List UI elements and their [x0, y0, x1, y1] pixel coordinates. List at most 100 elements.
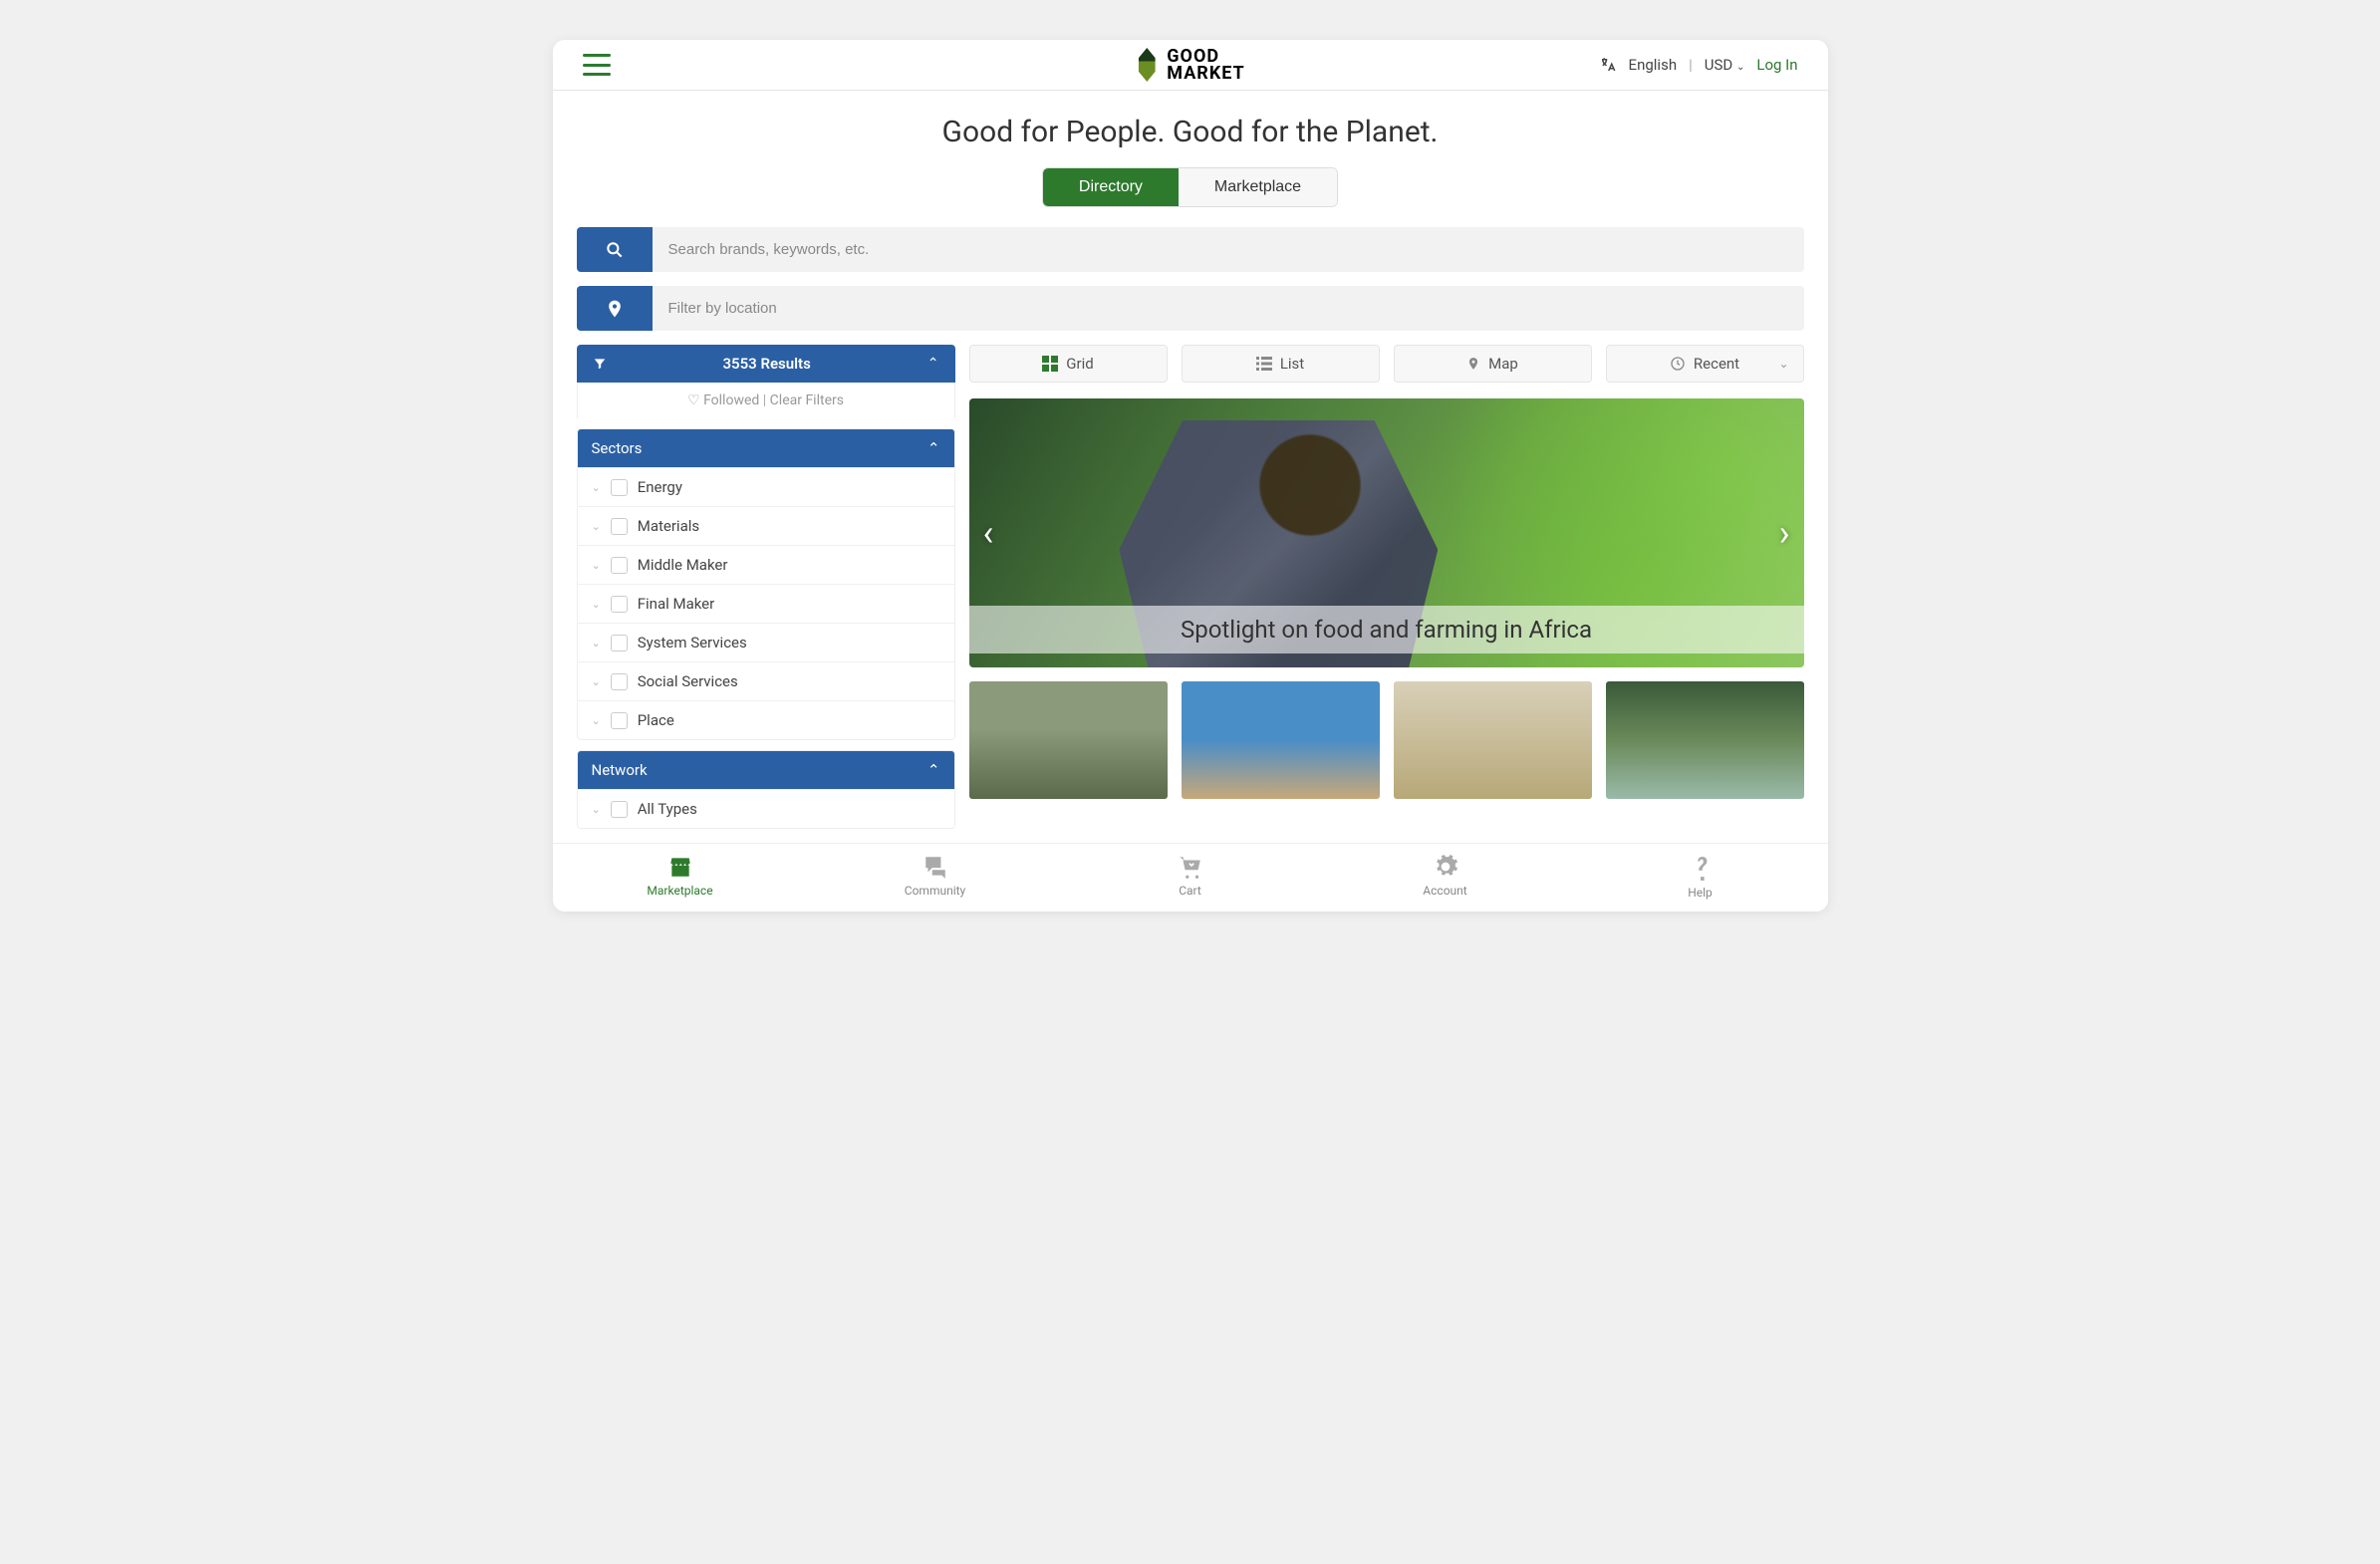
- filter-item[interactable]: ⌄ Middle Maker: [578, 545, 954, 584]
- filter-label: Place: [638, 711, 674, 729]
- brand-logo[interactable]: GOOD MARKET: [1135, 48, 1244, 82]
- brand-name: GOOD MARKET: [1167, 48, 1244, 82]
- panel-network: Network ⌃ ⌄ All Types: [577, 750, 955, 829]
- tab-marketplace[interactable]: Marketplace: [1179, 168, 1337, 206]
- list-icon: [1256, 356, 1272, 372]
- filter-links: ♡ Followed | Clear Filters: [577, 383, 955, 418]
- chevron-down-icon[interactable]: ⌄: [592, 714, 601, 727]
- header: GOOD MARKET English | USD ⌄ Log In: [553, 40, 1828, 91]
- filter-item[interactable]: ⌄ System Services: [578, 623, 954, 661]
- filter-label: Social Services: [638, 672, 738, 690]
- filter-item[interactable]: ⌄ Materials: [578, 506, 954, 545]
- view-grid-button[interactable]: Grid: [969, 345, 1168, 383]
- login-link[interactable]: Log In: [1756, 56, 1797, 74]
- search-input[interactable]: [653, 227, 1804, 272]
- results-count: 3553 Results: [722, 355, 810, 373]
- keyword-search-row: [577, 227, 1804, 272]
- panel-sectors-header[interactable]: Sectors ⌃: [578, 429, 954, 467]
- main-area: Grid List Map: [969, 345, 1804, 829]
- chevron-down-icon: ⌄: [1778, 357, 1788, 371]
- filter-item[interactable]: ⌄ Energy: [578, 467, 954, 506]
- search-area: [553, 227, 1828, 331]
- chevron-down-icon: ⌄: [1736, 62, 1744, 73]
- filter-checkbox[interactable]: [611, 596, 628, 613]
- nav-account[interactable]: Account: [1318, 844, 1573, 912]
- panel-title: Sectors: [592, 439, 643, 457]
- currency-selector[interactable]: USD ⌄: [1705, 56, 1745, 74]
- carousel-next-button[interactable]: ›: [1765, 512, 1804, 554]
- filter-label: Materials: [638, 517, 699, 535]
- filter-label: Energy: [638, 478, 682, 496]
- filter-label: All Types: [638, 800, 697, 818]
- chevron-down-icon[interactable]: ⌄: [592, 520, 601, 533]
- chevron-up-icon: ⌃: [927, 439, 940, 457]
- chevron-down-icon[interactable]: ⌄: [592, 803, 601, 816]
- filter-checkbox[interactable]: [611, 712, 628, 729]
- view-controls: Grid List Map: [969, 345, 1804, 383]
- carousel-prev-button[interactable]: ‹: [969, 512, 1008, 554]
- menu-button[interactable]: [583, 54, 611, 76]
- search-button[interactable]: [577, 227, 653, 272]
- logo-icon: [1135, 48, 1159, 82]
- store-icon: [667, 854, 693, 880]
- filter-checkbox[interactable]: [611, 557, 628, 574]
- filter-label: Middle Maker: [638, 556, 728, 574]
- tagline: Good for People. Good for the Planet.: [553, 91, 1828, 167]
- panel-sectors: Sectors ⌃ ⌄ Energy ⌄ Materials ⌄ Middle Maker…: [577, 428, 955, 740]
- results-bar[interactable]: 3553 Results ⌃: [577, 345, 955, 383]
- location-button[interactable]: [577, 286, 653, 331]
- filter-item[interactable]: ⌄ Place: [578, 700, 954, 739]
- divider: |: [1689, 56, 1693, 74]
- thumbnail[interactable]: [969, 681, 1168, 799]
- nav-help[interactable]: Help: [1573, 844, 1828, 912]
- map-pin-icon: [1466, 356, 1480, 372]
- filter-item[interactable]: ⌄ All Types: [578, 789, 954, 828]
- heart-icon: ♡: [687, 392, 700, 408]
- filter-sidebar: 3553 Results ⌃ ♡ Followed | Clear Filter…: [577, 345, 955, 829]
- grid-icon: [1042, 356, 1058, 372]
- chevron-up-icon[interactable]: ⌃: [927, 356, 939, 372]
- nav-community[interactable]: Community: [808, 844, 1063, 912]
- thumbnail[interactable]: [1182, 681, 1380, 799]
- filter-checkbox[interactable]: [611, 479, 628, 496]
- filter-label: Final Maker: [638, 595, 715, 613]
- panel-title: Network: [592, 761, 648, 779]
- followed-link[interactable]: Followed: [703, 392, 759, 408]
- feature-thumbnails: [969, 681, 1804, 799]
- location-input[interactable]: [653, 286, 1804, 331]
- thumbnail[interactable]: [1606, 681, 1804, 799]
- translate-icon: [1599, 56, 1617, 74]
- filter-checkbox[interactable]: [611, 635, 628, 652]
- hero-carousel: ‹ › Spotlight on food and farming in Afr…: [969, 398, 1804, 667]
- chevron-down-icon[interactable]: ⌄: [592, 675, 601, 688]
- app-window: GOOD MARKET English | USD ⌄ Log In Good …: [553, 40, 1828, 912]
- panel-network-header[interactable]: Network ⌃: [578, 751, 954, 789]
- chevron-down-icon[interactable]: ⌄: [592, 481, 601, 494]
- hero-caption: Spotlight on food and farming in Africa: [969, 606, 1804, 653]
- question-icon: [1690, 854, 1712, 882]
- content: 3553 Results ⌃ ♡ Followed | Clear Filter…: [553, 345, 1828, 843]
- filter-checkbox[interactable]: [611, 673, 628, 690]
- filter-item[interactable]: ⌄ Social Services: [578, 661, 954, 700]
- view-list-button[interactable]: List: [1182, 345, 1380, 383]
- filter-label: System Services: [638, 634, 747, 652]
- location-search-row: [577, 286, 1804, 331]
- chevron-down-icon[interactable]: ⌄: [592, 637, 601, 650]
- filter-item[interactable]: ⌄ Final Maker: [578, 584, 954, 623]
- filter-checkbox[interactable]: [611, 518, 628, 535]
- view-map-button[interactable]: Map: [1394, 345, 1592, 383]
- chevron-down-icon[interactable]: ⌄: [592, 559, 601, 572]
- filter-checkbox[interactable]: [611, 801, 628, 818]
- nav-cart[interactable]: Cart: [1063, 844, 1318, 912]
- tab-directory[interactable]: Directory: [1043, 168, 1179, 206]
- thumbnail[interactable]: [1394, 681, 1592, 799]
- bottom-nav: Marketplace Community Cart Account Help: [553, 843, 1828, 912]
- clear-filters-link[interactable]: Clear Filters: [770, 392, 844, 408]
- language-selector[interactable]: English: [1629, 56, 1678, 74]
- gear-icon: [1433, 854, 1458, 880]
- nav-marketplace[interactable]: Marketplace: [553, 844, 808, 912]
- chevron-down-icon[interactable]: ⌄: [592, 598, 601, 611]
- mode-toggle: Directory Marketplace: [553, 167, 1828, 207]
- sort-selector[interactable]: Recent ⌄: [1606, 345, 1804, 383]
- header-controls: English | USD ⌄ Log In: [1599, 56, 1798, 74]
